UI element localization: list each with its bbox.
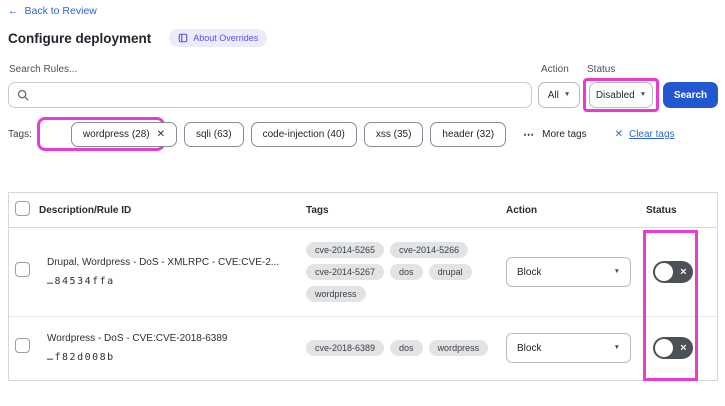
select-all-checkbox[interactable] bbox=[15, 201, 30, 216]
chevron-down-icon: ▼ bbox=[613, 267, 620, 275]
tag-filter-sqli[interactable]: sqli (63) bbox=[184, 122, 244, 147]
ellipsis-icon: ⋯ bbox=[523, 129, 536, 141]
toggle-off-icon: ✕ bbox=[679, 342, 687, 353]
rule-id: …84534ffa bbox=[47, 276, 115, 287]
tag-badge: dos bbox=[390, 264, 423, 280]
back-arrow-icon: ← bbox=[8, 5, 19, 17]
tag-badge: drupal bbox=[428, 264, 472, 280]
chevron-down-icon: ▼ bbox=[563, 90, 571, 98]
search-rules-box bbox=[8, 82, 532, 108]
tag-badge: cve-2018-6389 bbox=[306, 340, 385, 356]
search-icon bbox=[17, 89, 29, 101]
book-icon bbox=[178, 33, 188, 43]
status-filter-dropdown[interactable]: Disabled ▼ bbox=[589, 82, 653, 108]
clear-tags-icon: ✕ bbox=[614, 129, 623, 140]
action-select-value: Block bbox=[517, 342, 542, 354]
row-checkbox[interactable] bbox=[15, 262, 30, 277]
back-link-label: Back to Review bbox=[24, 5, 97, 17]
tag-filter-wordpress-label: wordpress (28) bbox=[82, 129, 150, 140]
rules-table: Description/Rule ID Tags Action Status D… bbox=[8, 192, 718, 381]
table-row: Wordpress - DoS - CVE:CVE-2018-6389 …f82… bbox=[9, 317, 717, 379]
action-filter-dropdown[interactable]: All ▼ bbox=[538, 82, 580, 108]
table-header-row: Description/Rule ID Tags Action Status bbox=[9, 193, 717, 228]
action-select-value: Block bbox=[517, 266, 542, 278]
tag-badge: wordpress bbox=[428, 340, 489, 356]
rule-description: Wordpress - DoS - CVE:CVE-2018-6389 bbox=[47, 333, 228, 344]
status-toggle[interactable]: ✕ bbox=[653, 261, 693, 283]
action-filter-value: All bbox=[547, 89, 559, 101]
action-select[interactable]: Block ▼ bbox=[506, 333, 631, 363]
action-select[interactable]: Block ▼ bbox=[506, 257, 631, 287]
search-input[interactable] bbox=[35, 88, 523, 102]
rule-id: …f82d008b bbox=[47, 352, 115, 363]
tag-badge: cve-2014-5267 bbox=[306, 264, 385, 280]
table-row: Drupal, Wordpress - DoS - XMLRPC - CVE:C… bbox=[9, 228, 717, 317]
configure-deployment-page: ← Back to Review Configure deployment Ab… bbox=[0, 0, 725, 406]
clear-tags-button[interactable]: ✕ Clear tags bbox=[615, 129, 675, 140]
column-header-action: Action bbox=[506, 204, 538, 216]
tag-filter-header[interactable]: header (32) bbox=[430, 122, 507, 147]
search-rules-label: Search Rules... bbox=[9, 64, 78, 75]
about-overrides-badge[interactable]: About Overrides bbox=[169, 29, 268, 47]
toggle-knob bbox=[655, 339, 673, 357]
column-header-description: Description/Rule ID bbox=[39, 204, 132, 216]
more-tags-button[interactable]: ⋯ More tags bbox=[523, 128, 586, 141]
row-checkbox[interactable] bbox=[15, 338, 30, 353]
tags-label: Tags: bbox=[8, 129, 32, 140]
rule-tags: cve-2014-5265 cve-2014-5266 cve-2014-526… bbox=[306, 242, 506, 302]
status-filter-label: Status bbox=[587, 64, 616, 75]
title-row: Configure deployment About Overrides bbox=[8, 29, 268, 47]
column-header-status: Status bbox=[646, 204, 677, 216]
chevron-down-icon: ▼ bbox=[613, 343, 620, 351]
search-button[interactable]: Search bbox=[663, 82, 718, 108]
status-toggle[interactable]: ✕ bbox=[653, 337, 693, 359]
rule-description: Drupal, Wordpress - DoS - XMLRPC - CVE:C… bbox=[47, 257, 280, 268]
tag-badge: cve-2014-5266 bbox=[390, 242, 469, 258]
tag-filter-xss[interactable]: xss (35) bbox=[363, 122, 424, 147]
more-tags-label: More tags bbox=[542, 129, 587, 140]
tag-badge: cve-2014-5265 bbox=[306, 242, 385, 258]
chevron-down-icon: ▼ bbox=[639, 90, 647, 98]
tag-filter-code-injection[interactable]: code-injection (40) bbox=[250, 122, 357, 147]
back-to-review-link[interactable]: ← Back to Review bbox=[8, 5, 97, 17]
toggle-knob bbox=[655, 263, 673, 281]
status-filter-value: Disabled bbox=[595, 89, 635, 101]
rule-tags: cve-2018-6389 dos wordpress bbox=[306, 340, 506, 356]
tag-filter-wordpress[interactable]: wordpress (28) ✕ bbox=[70, 122, 177, 147]
tag-badge: wordpress bbox=[306, 286, 366, 302]
about-overrides-label: About Overrides bbox=[193, 33, 259, 43]
tags-bar: Tags: wordpress (28) ✕ sqli (63) code-in… bbox=[8, 118, 720, 151]
tag-badge: dos bbox=[390, 340, 423, 356]
clear-tags-label: Clear tags bbox=[628, 129, 675, 140]
toggle-off-icon: ✕ bbox=[679, 266, 687, 277]
column-header-tags: Tags bbox=[306, 204, 329, 216]
remove-tag-icon[interactable]: ✕ bbox=[157, 129, 165, 140]
action-filter-label: Action bbox=[541, 64, 569, 75]
page-title: Configure deployment bbox=[8, 30, 152, 46]
